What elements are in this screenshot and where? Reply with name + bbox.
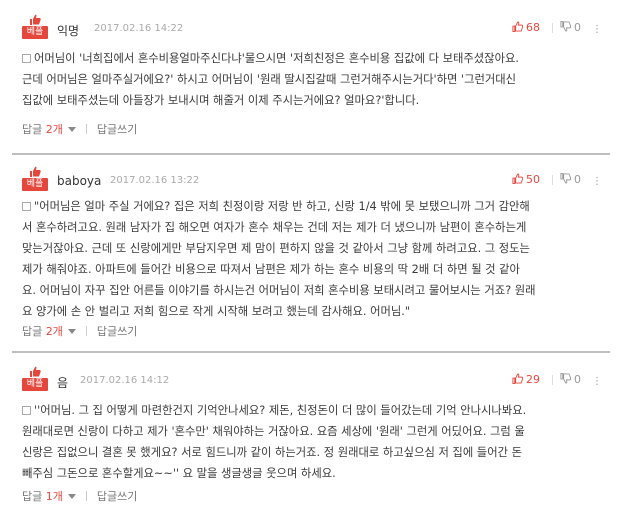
thumbs-up-icon: [512, 373, 523, 384]
thumbs-up-icon: [30, 14, 41, 25]
best-badge: 베플: [22, 366, 48, 392]
vote-divider: [552, 175, 553, 185]
footer-divider: [85, 326, 87, 336]
write-reply-link[interactable]: 답글쓰기: [97, 123, 137, 136]
footer-divider: [85, 124, 87, 134]
dislike-count: 0: [574, 173, 581, 186]
vote-group: 29 0 ⋮: [512, 373, 602, 387]
like-count: 29: [526, 373, 540, 386]
comment-author[interactable]: 익명: [57, 22, 79, 39]
vote-group: 68 0 ⋮: [512, 21, 602, 35]
comment-text: 어머님이 '너희집에서 혼수비용얼마주신다냐'물으시면 '저희친정은 혼수비용 …: [22, 48, 602, 111]
quote-icon: [22, 202, 31, 211]
comment-footer: 답글 2개 답글쓰기: [22, 323, 137, 339]
thumbs-up-icon: [30, 366, 41, 377]
thumbs-up-icon: [512, 21, 523, 32]
comment-text-content: ''어머님. 그 집 어떻게 마련한건지 기억안나세요? 제돈, 친정돈이 더 …: [22, 404, 527, 480]
comment-date: 2017.02.16 14:12: [80, 375, 170, 386]
comment-text: "어머님은 얼마 주실 거에요? 집은 저희 친정이랑 저랑 반 하고, 신랑 …: [22, 196, 602, 322]
more-options-icon[interactable]: ⋮: [592, 24, 602, 35]
write-reply-link[interactable]: 답글쓰기: [97, 490, 137, 503]
comment-item: 베플 음 2017.02.16 14:12 29 0 ⋮ ''어머님. 그 집 …: [0, 352, 622, 520]
like-count: 50: [526, 173, 540, 186]
best-badge: 베플: [22, 14, 48, 40]
vote-group: 50 0 ⋮: [512, 173, 602, 187]
best-badge-label: 베플: [22, 26, 48, 39]
reply-count: 1개: [45, 490, 63, 503]
comment-footer: 답글 1개 답글쓰기: [22, 488, 137, 504]
best-badge-label: 베플: [22, 178, 48, 191]
comment-author[interactable]: 음: [57, 374, 68, 391]
reply-label: 답글: [22, 490, 43, 503]
comment-header: 베플 baboya 2017.02.16 13:22 50 0 ⋮: [22, 166, 602, 192]
reply-count: 2개: [45, 123, 63, 136]
more-options-icon[interactable]: ⋮: [592, 176, 602, 187]
reply-toggle[interactable]: 답글 1개: [22, 490, 76, 503]
comment-footer: 답글 2개 답글쓰기: [22, 121, 137, 137]
dislike-button[interactable]: 0: [560, 21, 581, 34]
like-count: 68: [526, 21, 540, 34]
thumbs-down-icon: [560, 21, 571, 32]
comment-text-content: 어머님이 '너희집에서 혼수비용얼마주신다냐'물으시면 '저희친정은 혼수비용 …: [22, 52, 519, 107]
thumbs-up-icon: [30, 166, 41, 177]
reply-label: 답글: [22, 123, 43, 136]
footer-divider: [85, 491, 87, 501]
comment-text: ''어머님. 그 집 어떻게 마련한건지 기억안나세요? 제돈, 친정돈이 더 …: [22, 400, 602, 484]
dislike-count: 0: [574, 373, 581, 386]
comment-date: 2017.02.16 14:22: [94, 23, 184, 34]
reply-count: 2개: [45, 325, 63, 338]
quote-icon: [22, 54, 31, 63]
thumbs-up-icon: [512, 173, 523, 184]
vote-divider: [552, 375, 553, 385]
dislike-count: 0: [574, 21, 581, 34]
more-options-icon[interactable]: ⋮: [592, 376, 602, 387]
reply-toggle[interactable]: 답글 2개: [22, 123, 76, 136]
best-badge-label: 베플: [22, 378, 48, 391]
comment-author[interactable]: baboya: [57, 174, 101, 188]
vote-divider: [552, 23, 553, 33]
comment-header: 베플 익명 2017.02.16 14:22 68 0 ⋮: [22, 14, 602, 40]
like-button[interactable]: 50: [512, 173, 540, 186]
reply-toggle[interactable]: 답글 2개: [22, 325, 76, 338]
like-button[interactable]: 68: [512, 21, 540, 34]
like-button[interactable]: 29: [512, 373, 540, 386]
chevron-down-icon: [67, 494, 76, 499]
comment-text-content: "어머님은 얼마 주실 거에요? 집은 저희 친정이랑 저랑 반 하고, 신랑 …: [22, 200, 536, 318]
comment-date: 2017.02.16 13:22: [110, 175, 200, 186]
dislike-button[interactable]: 0: [560, 173, 581, 186]
comment-item: 베플 baboya 2017.02.16 13:22 50 0 ⋮ "어머님은 …: [0, 152, 622, 352]
comment-item: 베플 익명 2017.02.16 14:22 68 0 ⋮ 어머님이 '너희집에…: [0, 0, 622, 152]
thumbs-down-icon: [560, 373, 571, 384]
dislike-button[interactable]: 0: [560, 373, 581, 386]
thumbs-down-icon: [560, 173, 571, 184]
chevron-down-icon: [67, 329, 76, 334]
best-badge: 베플: [22, 166, 48, 192]
write-reply-link[interactable]: 답글쓰기: [97, 325, 137, 338]
comment-header: 베플 음 2017.02.16 14:12 29 0 ⋮: [22, 366, 602, 392]
chevron-down-icon: [67, 127, 76, 132]
reply-label: 답글: [22, 325, 43, 338]
quote-icon: [22, 406, 31, 415]
